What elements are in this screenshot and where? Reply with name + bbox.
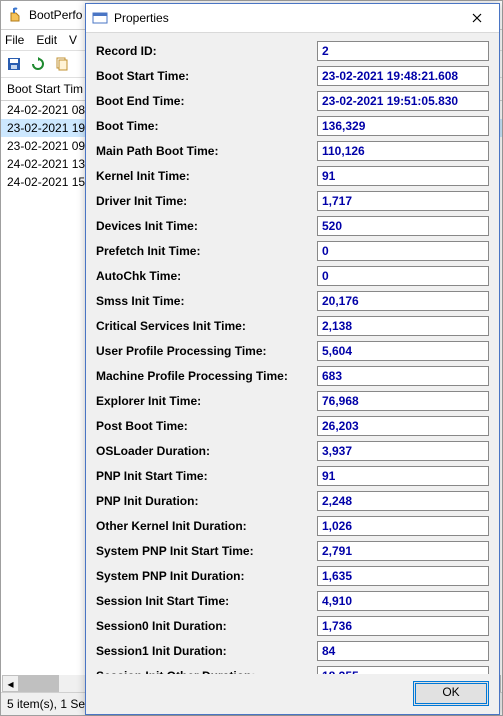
- property-row: Session0 Init Duration:1,736: [96, 613, 489, 638]
- property-label: Smss Init Time:: [96, 294, 317, 308]
- property-label: PNP Init Start Time:: [96, 469, 317, 483]
- property-value[interactable]: 1,635: [317, 566, 489, 586]
- property-label: Other Kernel Init Duration:: [96, 519, 317, 533]
- property-row: Session Init Other Duration:18,355: [96, 663, 489, 674]
- property-row: Boot Time:136,329: [96, 113, 489, 138]
- property-value[interactable]: 683: [317, 366, 489, 386]
- save-icon[interactable]: [5, 55, 23, 73]
- copy-icon[interactable]: [53, 55, 71, 73]
- property-row: OSLoader Duration:3,937: [96, 438, 489, 463]
- property-value[interactable]: 2: [317, 41, 489, 61]
- property-value[interactable]: 91: [317, 466, 489, 486]
- property-row: Session1 Init Duration:84: [96, 638, 489, 663]
- property-label: Devices Init Time:: [96, 219, 317, 233]
- property-row: Smss Init Time:20,176: [96, 288, 489, 313]
- property-label: System PNP Init Start Time:: [96, 544, 317, 558]
- property-label: OSLoader Duration:: [96, 444, 317, 458]
- property-label: Machine Profile Processing Time:: [96, 369, 317, 383]
- property-label: Boot Time:: [96, 119, 317, 133]
- property-value[interactable]: 23-02-2021 19:48:21.608: [317, 66, 489, 86]
- property-row: Post Boot Time:26,203: [96, 413, 489, 438]
- properties-title: Properties: [114, 11, 455, 25]
- property-label: PNP Init Duration:: [96, 494, 317, 508]
- property-value[interactable]: 5,604: [317, 341, 489, 361]
- property-row: Session Init Start Time:4,910: [96, 588, 489, 613]
- ok-button[interactable]: OK: [413, 681, 489, 706]
- property-label: Prefetch Init Time:: [96, 244, 317, 258]
- property-value[interactable]: 76,968: [317, 391, 489, 411]
- property-label: Post Boot Time:: [96, 419, 317, 433]
- property-label: Driver Init Time:: [96, 194, 317, 208]
- property-row: AutoChk Time:0: [96, 263, 489, 288]
- property-value[interactable]: 2,791: [317, 541, 489, 561]
- property-row: Prefetch Init Time:0: [96, 238, 489, 263]
- property-row: Devices Init Time:520: [96, 213, 489, 238]
- property-label: AutoChk Time:: [96, 269, 317, 283]
- property-value[interactable]: 0: [317, 241, 489, 261]
- scroll-thumb[interactable]: [19, 675, 59, 692]
- status-text: 5 item(s), 1 Sele: [7, 697, 94, 711]
- property-label: Session Init Other Duration:: [96, 669, 317, 675]
- property-row: Critical Services Init Time:2,138: [96, 313, 489, 338]
- property-label: Boot End Time:: [96, 94, 317, 108]
- property-label: Boot Start Time:: [96, 69, 317, 83]
- properties-window: Properties Record ID:2Boot Start Time:23…: [85, 3, 500, 715]
- menu-file[interactable]: File: [5, 33, 24, 47]
- property-row: Kernel Init Time:91: [96, 163, 489, 188]
- property-row: Explorer Init Time:76,968: [96, 388, 489, 413]
- property-value[interactable]: 1,026: [317, 516, 489, 536]
- property-label: Record ID:: [96, 44, 317, 58]
- property-label: Main Path Boot Time:: [96, 144, 317, 158]
- property-value[interactable]: 18,355: [317, 666, 489, 675]
- property-row: User Profile Processing Time:5,604: [96, 338, 489, 363]
- property-value[interactable]: 26,203: [317, 416, 489, 436]
- refresh-icon[interactable]: [29, 55, 47, 73]
- close-icon[interactable]: [455, 4, 499, 32]
- menu-view[interactable]: V: [69, 33, 77, 47]
- property-label: Kernel Init Time:: [96, 169, 317, 183]
- property-row: System PNP Init Start Time:2,791: [96, 538, 489, 563]
- property-value[interactable]: 23-02-2021 19:51:05.830: [317, 91, 489, 111]
- property-value[interactable]: 136,329: [317, 116, 489, 136]
- property-value[interactable]: 2,138: [317, 316, 489, 336]
- property-label: Session Init Start Time:: [96, 594, 317, 608]
- property-value[interactable]: 4,910: [317, 591, 489, 611]
- property-row: PNP Init Start Time:91: [96, 463, 489, 488]
- property-value[interactable]: 1,717: [317, 191, 489, 211]
- property-row: PNP Init Duration:2,248: [96, 488, 489, 513]
- menu-edit[interactable]: Edit: [36, 33, 57, 47]
- property-label: System PNP Init Duration:: [96, 569, 317, 583]
- property-row: Boot End Time:23-02-2021 19:51:05.830: [96, 88, 489, 113]
- property-value[interactable]: 1,736: [317, 616, 489, 636]
- property-row: System PNP Init Duration:1,635: [96, 563, 489, 588]
- property-row: Record ID:2: [96, 38, 489, 63]
- property-value[interactable]: 110,126: [317, 141, 489, 161]
- property-label: Explorer Init Time:: [96, 394, 317, 408]
- scroll-left-arrow-icon[interactable]: ◂: [2, 675, 19, 692]
- property-label: Session0 Init Duration:: [96, 619, 317, 633]
- property-label: Session1 Init Duration:: [96, 644, 317, 658]
- property-row: Main Path Boot Time:110,126: [96, 138, 489, 163]
- properties-titlebar[interactable]: Properties: [86, 4, 499, 33]
- property-value[interactable]: 2,248: [317, 491, 489, 511]
- button-row: OK: [413, 681, 489, 706]
- property-label: Critical Services Init Time:: [96, 319, 317, 333]
- property-row: Boot Start Time:23-02-2021 19:48:21.608: [96, 63, 489, 88]
- property-value[interactable]: 20,176: [317, 291, 489, 311]
- properties-body: Record ID:2Boot Start Time:23-02-2021 19…: [96, 38, 489, 674]
- property-row: Machine Profile Processing Time:683: [96, 363, 489, 388]
- property-value[interactable]: 520: [317, 216, 489, 236]
- property-value[interactable]: 91: [317, 166, 489, 186]
- property-value[interactable]: 3,937: [317, 441, 489, 461]
- app-icon: [7, 7, 23, 23]
- property-row: Driver Init Time:1,717: [96, 188, 489, 213]
- property-value[interactable]: 0: [317, 266, 489, 286]
- property-row: Other Kernel Init Duration:1,026: [96, 513, 489, 538]
- property-label: User Profile Processing Time:: [96, 344, 317, 358]
- list-header-label: Boot Start Tim: [7, 82, 83, 96]
- property-value[interactable]: 84: [317, 641, 489, 661]
- properties-icon: [92, 10, 108, 26]
